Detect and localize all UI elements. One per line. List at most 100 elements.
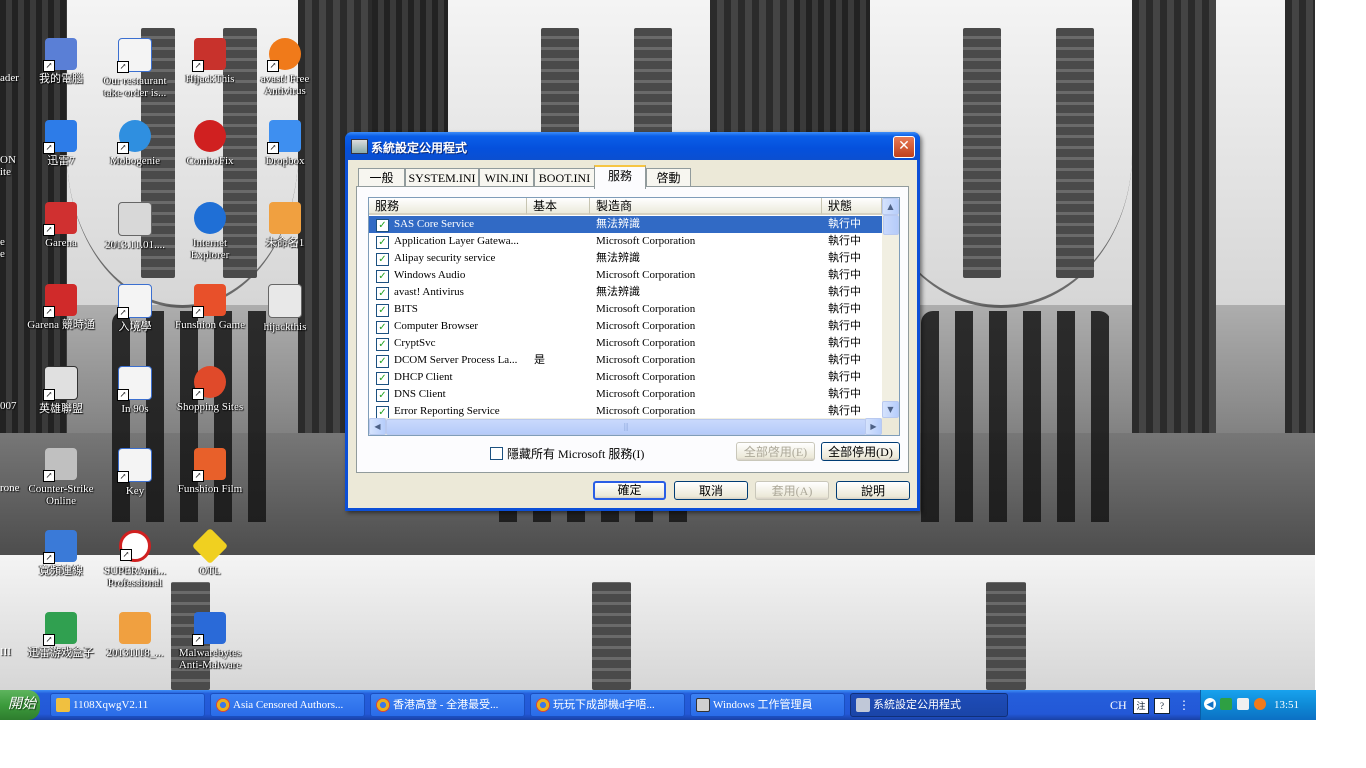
- horizontal-scrollbar[interactable]: ◀ ||| ▶: [369, 418, 882, 435]
- network-icon[interactable]: [1220, 698, 1232, 710]
- desktop-icon-internet-explorer[interactable]: Internet Explorer: [173, 202, 247, 261]
- table-row[interactable]: ✓ Windows Audio Microsoft Corporation 執行…: [369, 267, 882, 284]
- start-button[interactable]: 開始: [0, 690, 40, 720]
- cancel-button[interactable]: 取消: [674, 481, 748, 500]
- table-row[interactable]: ✓ Computer Browser Microsoft Corporation…: [369, 318, 882, 335]
- column-header-service[interactable]: 服務: [369, 198, 527, 215]
- desktop-icon-my-computer[interactable]: ↗ 我的電腦: [24, 38, 98, 85]
- desktop-icon-combofix[interactable]: ComboFix: [173, 120, 247, 167]
- column-header-status[interactable]: 狀態: [822, 198, 882, 215]
- desktop-icon-game-box[interactable]: ↗ 迅雷游戏盒子: [24, 612, 98, 659]
- desktop-icon-funshion-film[interactable]: ↗ Funshion Film: [173, 448, 247, 495]
- table-row[interactable]: ✓ CryptSvc Microsoft Corporation 執行中: [369, 335, 882, 352]
- service-manufacturer: Microsoft Corporation: [596, 269, 696, 281]
- options-icon[interactable]: ⋮: [1177, 698, 1191, 712]
- table-row[interactable]: ✓ Alipay security service 無法辨識 執行中: [369, 250, 882, 267]
- service-checkbox[interactable]: ✓: [376, 321, 389, 334]
- table-row[interactable]: ✓ SAS Core Service 無法辨識 執行中: [369, 216, 882, 233]
- horizontal-scroll-thumb[interactable]: |||: [386, 419, 866, 435]
- desktop-icon-shopping-sites[interactable]: ↗ Shopping Sites: [173, 366, 247, 413]
- services-list[interactable]: 服務 基本 製造商 狀態 ✓ SAS Core Service 無法辨識 執行中…: [368, 197, 900, 436]
- taskbar: 開始 1108XqwgV2.11 Asia Censored Authors..…: [0, 690, 1316, 720]
- service-checkbox[interactable]: ✓: [376, 219, 389, 232]
- checkbox-box[interactable]: [490, 447, 503, 460]
- disable-all-button[interactable]: 全部停用(D): [821, 442, 900, 461]
- taskbar-button[interactable]: 香港高登 - 全港最受...: [370, 693, 525, 717]
- desktop-icon-hijackthis-log[interactable]: hijackthis: [248, 284, 322, 333]
- desktop-icon-avast[interactable]: ↗ avast! Free Antivirus: [248, 38, 322, 97]
- desktop-icon-garena-chat[interactable]: ↗ Garena 競時通: [24, 284, 98, 331]
- desktop-icon-lol[interactable]: ↗ 英雄聯盟: [24, 366, 98, 415]
- ok-button[interactable]: 確定: [593, 481, 666, 500]
- avast-tray-icon[interactable]: [1254, 698, 1266, 710]
- window-titlebar[interactable]: 系統設定公用程式 ✕: [345, 132, 920, 160]
- vertical-scrollbar[interactable]: ▲ ▼: [882, 198, 899, 418]
- enable-all-button[interactable]: 全部啓用(E): [736, 442, 815, 461]
- service-checkbox[interactable]: ✓: [376, 287, 389, 300]
- tab-win-ini[interactable]: WIN.INI: [479, 168, 534, 187]
- column-header-essential[interactable]: 基本: [527, 198, 590, 215]
- table-row[interactable]: ✓ BITS Microsoft Corporation 執行中: [369, 301, 882, 318]
- scroll-left-button[interactable]: ◀: [369, 418, 386, 435]
- vertical-scroll-thumb[interactable]: [883, 215, 899, 235]
- desktop-icon-thunder[interactable]: ↗ 迅雷7: [24, 120, 98, 167]
- desktop-icon-otl[interactable]: OTL: [173, 527, 247, 577]
- desktop-icon-word-doc[interactable]: ↗ Key: [98, 448, 172, 497]
- desktop-icon-word-doc[interactable]: ↗ 入境學: [98, 284, 172, 333]
- desktop-icon-malwarebytes[interactable]: ↗ Malwarebytes Anti-Malware: [173, 612, 247, 671]
- taskbar-button-active[interactable]: 系統設定公用程式: [850, 693, 1008, 717]
- table-row[interactable]: ✓ Application Layer Gatewa... Microsoft …: [369, 233, 882, 250]
- service-checkbox[interactable]: ✓: [376, 338, 389, 351]
- tab-boot-ini[interactable]: BOOT.INI: [534, 168, 595, 187]
- column-header-manufacturer[interactable]: 製造商: [590, 198, 822, 215]
- taskbar-button[interactable]: 1108XqwgV2.11: [50, 693, 205, 717]
- close-button[interactable]: ✕: [893, 136, 915, 158]
- scroll-up-button[interactable]: ▲: [882, 198, 899, 215]
- desktop-icon-untitled[interactable]: 未命名1: [248, 202, 322, 249]
- table-row[interactable]: ✓ DHCP Client Microsoft Corporation 執行中: [369, 369, 882, 386]
- table-row[interactable]: ✓ avast! Antivirus 無法辨識 執行中: [369, 284, 882, 301]
- table-row[interactable]: ✓ DNS Client Microsoft Corporation 執行中: [369, 386, 882, 403]
- tab-services[interactable]: 服務: [594, 165, 646, 189]
- clock[interactable]: 13:51: [1274, 690, 1299, 720]
- desktop-icon-funshion-game[interactable]: ↗ Funshion Game: [173, 284, 247, 331]
- service-checkbox[interactable]: ✓: [376, 304, 389, 317]
- tab-startup[interactable]: 啓動: [646, 168, 691, 187]
- service-checkbox[interactable]: ✓: [376, 389, 389, 402]
- otl-icon: [191, 527, 229, 565]
- desktop-icon-hijackthis[interactable]: ↗ HijackThis: [173, 38, 247, 85]
- tab-system-ini[interactable]: SYSTEM.INI: [405, 168, 479, 187]
- service-checkbox[interactable]: ✓: [376, 270, 389, 283]
- scroll-down-button[interactable]: ▼: [882, 401, 899, 418]
- desktop-icon-broadband[interactable]: ↗ 寬頻連線: [24, 530, 98, 577]
- desktop-icon-superantispyware[interactable]: ↗ SUPERAnti... Professional: [98, 530, 172, 589]
- desktop-icon-video-file[interactable]: 2013.11.01....: [98, 202, 172, 251]
- apply-button[interactable]: 套用(A): [755, 481, 829, 500]
- desktop-icon-label-fragment: 007: [0, 400, 17, 412]
- table-row[interactable]: ✓ DCOM Server Process La... 是 Microsoft …: [369, 352, 882, 369]
- desktop-icon-image-file[interactable]: 20131118_...: [98, 612, 172, 659]
- tray-app-icon[interactable]: [1237, 698, 1249, 710]
- service-checkbox[interactable]: ✓: [376, 355, 389, 368]
- desktop-icon-mobogenie[interactable]: ↗ Mobogenie: [98, 120, 172, 167]
- scroll-right-button[interactable]: ▶: [865, 418, 882, 435]
- ime-icon[interactable]: 注: [1133, 698, 1149, 714]
- desktop-icon-dropbox[interactable]: ↗ Dropbox: [248, 120, 322, 167]
- desktop-icon-counter-strike[interactable]: ↗ Counter-Strike Online: [24, 448, 98, 507]
- taskbar-button[interactable]: Windows 工作管理員: [690, 693, 845, 717]
- tab-general[interactable]: 一般: [358, 168, 405, 187]
- chevron-left-icon[interactable]: ◀: [1204, 698, 1216, 710]
- hide-microsoft-services-checkbox[interactable]: 隱藏所有 Microsoft 服務(I): [490, 445, 644, 462]
- desktop-icon-garena[interactable]: ↗ Garena: [24, 202, 98, 249]
- language-indicator[interactable]: CH: [1110, 690, 1127, 720]
- taskbar-button[interactable]: Asia Censored Authors...: [210, 693, 365, 717]
- service-checkbox[interactable]: ✓: [376, 236, 389, 249]
- desktop-icon-word-doc[interactable]: ↗ In 90s: [98, 366, 172, 415]
- help-button[interactable]: 說明: [836, 481, 910, 500]
- service-checkbox[interactable]: ✓: [376, 253, 389, 266]
- taskbar-button[interactable]: 玩玩下成部機d字唔...: [530, 693, 685, 717]
- service-checkbox[interactable]: ✓: [376, 372, 389, 385]
- desktop-icon-word-doc[interactable]: ↗ Our restaurant take order is...: [98, 38, 172, 99]
- help-icon[interactable]: ?: [1154, 698, 1170, 714]
- desktop-icon-label-fragment: ite: [0, 166, 11, 178]
